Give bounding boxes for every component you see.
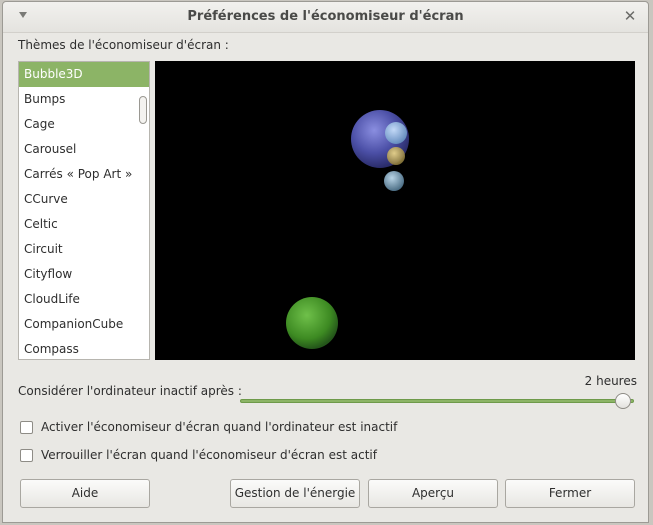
theme-item-carres-pop-art[interactable]: Carrés « Pop Art »: [19, 162, 149, 187]
idle-delay-value: 2 heures: [584, 374, 637, 388]
theme-item-cage[interactable]: Cage: [19, 112, 149, 137]
theme-item-carousel[interactable]: Carousel: [19, 137, 149, 162]
screensaver-preview: [155, 61, 635, 360]
theme-item-compass[interactable]: Compass: [19, 337, 149, 359]
title-bar: Préférences de l'économiseur d'écran ✕: [3, 2, 648, 33]
preview-button[interactable]: Aperçu: [368, 479, 498, 508]
theme-item-companioncube[interactable]: CompanionCube: [19, 312, 149, 337]
close-button[interactable]: Fermer: [505, 479, 635, 508]
idle-delay-slider[interactable]: [240, 399, 634, 403]
theme-item-cloudlife[interactable]: CloudLife: [19, 287, 149, 312]
theme-item-ccurve[interactable]: CCurve: [19, 187, 149, 212]
lock-screen-checkbox[interactable]: [20, 449, 33, 462]
help-button[interactable]: Aide: [20, 479, 150, 508]
themes-list[interactable]: Bubble3D Bumps Cage Carousel Carrés « Po…: [18, 61, 150, 360]
bubble-light-blue: [385, 122, 407, 144]
power-management-button[interactable]: Gestion de l'énergie: [230, 479, 360, 508]
theme-item-bubble3d[interactable]: Bubble3D: [19, 62, 149, 87]
theme-item-cityflow[interactable]: Cityflow: [19, 262, 149, 287]
bubble3d-preview-render: [286, 110, 409, 349]
theme-item-celtic[interactable]: Celtic: [19, 212, 149, 237]
close-icon[interactable]: ✕: [622, 7, 638, 25]
theme-item-bumps[interactable]: Bumps: [19, 87, 149, 112]
lock-screen-label[interactable]: Verrouiller l'écran quand l'économiseur …: [41, 448, 377, 462]
activate-screensaver-label[interactable]: Activer l'économiseur d'écran quand l'or…: [41, 420, 397, 434]
themes-list-scrollbar[interactable]: [139, 96, 147, 124]
idle-delay-slider-handle[interactable]: [615, 393, 631, 409]
themes-label: Thèmes de l'économiseur d'écran :: [18, 38, 229, 52]
idle-delay-label: Considérer l'ordinateur inactif après :: [18, 384, 242, 398]
activate-screensaver-checkbox[interactable]: [20, 421, 33, 434]
theme-item-circuit[interactable]: Circuit: [19, 237, 149, 262]
bubble-steel: [384, 171, 404, 191]
bubble-gold: [387, 147, 405, 165]
bubble-green: [286, 297, 338, 349]
window-title: Préférences de l'économiseur d'écran: [187, 9, 464, 24]
